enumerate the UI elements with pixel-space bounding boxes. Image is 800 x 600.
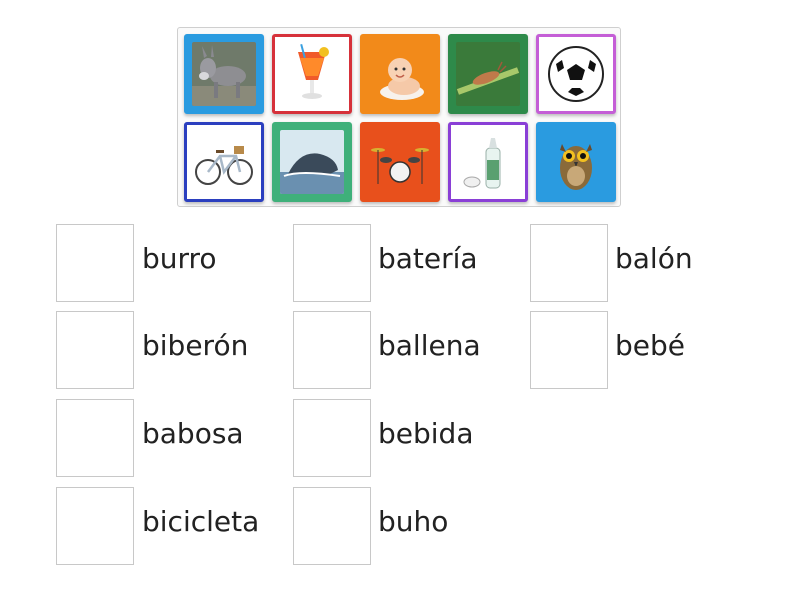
owl-icon <box>544 130 608 194</box>
drop-box-bicicleta[interactable] <box>56 487 134 565</box>
answer-label-ballena: ballena <box>378 329 481 362</box>
answer-label-biberon: biberón <box>142 329 249 362</box>
drop-box-burro[interactable] <box>56 224 134 302</box>
answer-label-bebida: bebida <box>378 417 474 450</box>
answer-label-bebe: bebé <box>615 329 685 362</box>
drop-box-bebida[interactable] <box>293 399 371 477</box>
answer-label-babosa: babosa <box>142 417 244 450</box>
drop-box-balon[interactable] <box>530 224 608 302</box>
drum-kit-icon <box>368 130 432 194</box>
draggable-tile-bottle[interactable] <box>448 122 528 202</box>
draggable-tile-owl[interactable] <box>536 122 616 202</box>
draggable-tile-whale[interactable] <box>272 122 352 202</box>
drop-box-babosa[interactable] <box>56 399 134 477</box>
drop-box-biberon[interactable] <box>56 311 134 389</box>
image-tray <box>177 27 621 207</box>
answer-label-balon: balón <box>615 242 693 275</box>
answer-label-buho: buho <box>378 505 449 538</box>
draggable-tile-ball[interactable] <box>536 34 616 114</box>
baby-icon <box>368 42 432 106</box>
draggable-tile-drink[interactable] <box>272 34 352 114</box>
cocktail-drink-icon <box>280 42 344 106</box>
draggable-tile-drums[interactable] <box>360 122 440 202</box>
draggable-tile-bicycle[interactable] <box>184 122 264 202</box>
draggable-tile-donkey[interactable] <box>184 34 264 114</box>
answer-label-bicicleta: bicicleta <box>142 505 260 538</box>
whale-icon <box>280 130 344 194</box>
bicycle-icon <box>192 130 256 194</box>
drop-box-bateria[interactable] <box>293 224 371 302</box>
drop-box-buho[interactable] <box>293 487 371 565</box>
slug-icon <box>456 42 520 106</box>
drop-box-ballena[interactable] <box>293 311 371 389</box>
soccer-ball-icon <box>544 42 608 106</box>
donkey-icon <box>192 42 256 106</box>
answer-label-burro: burro <box>142 242 217 275</box>
answer-label-bateria: batería <box>378 242 478 275</box>
drop-box-bebe[interactable] <box>530 311 608 389</box>
draggable-tile-baby[interactable] <box>360 34 440 114</box>
draggable-tile-slug[interactable] <box>448 34 528 114</box>
baby-bottle-icon <box>456 130 520 194</box>
